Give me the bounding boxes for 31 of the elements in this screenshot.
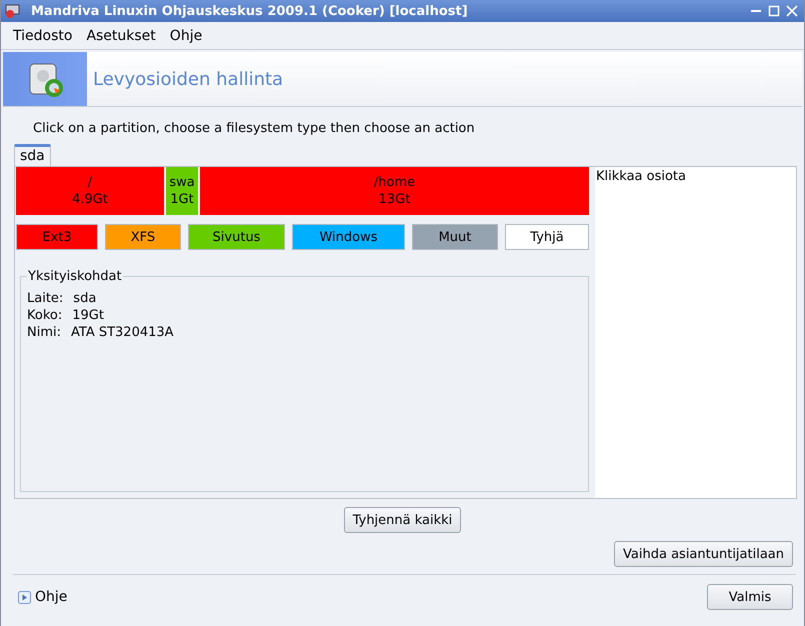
detail-value: ATA ST320413A: [71, 324, 174, 341]
filesystem-legend[interactable]: XFS: [105, 224, 181, 250]
help-link[interactable]: Ohje: [35, 589, 68, 605]
close-icon[interactable]: [786, 5, 798, 17]
partition-hint: Klikkaa osiota: [596, 169, 686, 184]
filesystem-legend[interactable]: Windows: [292, 224, 405, 250]
filesystem-legend[interactable]: Ext3: [16, 224, 98, 250]
filesystem-legend[interactable]: Muut: [412, 224, 498, 250]
detail-value: sda: [73, 290, 96, 307]
header-title: Levyosioiden hallinta: [92, 68, 284, 92]
expert-mode-button[interactable]: Vaihda asiantuntijatilaan: [614, 541, 793, 567]
maximize-icon[interactable]: [768, 5, 780, 17]
detail-label: Nimi:: [27, 324, 61, 341]
partition-block[interactable]: /home 13Gt: [200, 167, 589, 215]
disk-tab[interactable]: sda: [14, 144, 51, 166]
menu-item[interactable]: Asetukset: [86, 28, 156, 44]
instruction-text: Click on a partition, choose a filesystem type then choose an action: [33, 121, 476, 136]
clear-all-button[interactable]: Tyhjennä kaikki: [344, 507, 462, 533]
filesystem-legend[interactable]: Tyhjä: [505, 224, 589, 250]
done-button[interactable]: Valmis: [707, 584, 793, 610]
app-icon: [5, 4, 21, 18]
detail-label: Laite:: [27, 290, 64, 307]
details-title: Yksityiskohdat: [27, 269, 123, 284]
detail-label: Koko:: [27, 307, 62, 324]
menu-item[interactable]: Tiedosto: [13, 28, 72, 44]
window-title: Mandriva Linuxin Ohjauskeskus 2009.1 (Cooker) [localhost]: [30, 4, 469, 18]
partition-block[interactable]: / 4.9Gt: [16, 167, 164, 215]
detail-value: 19Gt: [72, 307, 104, 324]
menu-item[interactable]: Ohje: [170, 28, 202, 44]
partition-block[interactable]: swa 1Gt: [166, 167, 198, 215]
filesystem-legend[interactable]: Sivutus: [188, 224, 285, 250]
